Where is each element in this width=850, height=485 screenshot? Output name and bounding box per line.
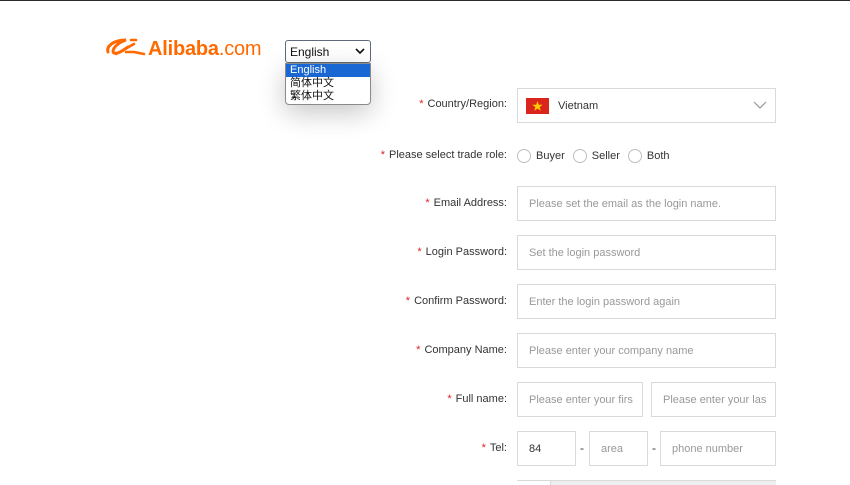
- radio-both-label: Both: [646, 150, 670, 162]
- tel-separator: -: [652, 441, 656, 455]
- full-name-label: * Full name:: [447, 393, 507, 405]
- logo-wordmark: Alibaba.com: [148, 37, 262, 60]
- country-select[interactable]: Vietnam: [517, 88, 776, 123]
- required-mark: *: [419, 98, 424, 110]
- last-name-field[interactable]: Please enter your las: [651, 382, 776, 417]
- trade-role-buyer[interactable]: Buyer: [517, 149, 565, 163]
- country-value: Vietnam: [558, 99, 599, 112]
- trade-role-label: * Please select trade role:: [380, 149, 507, 161]
- verification-slider[interactable]: [517, 480, 776, 485]
- radio-buyer[interactable]: [517, 149, 531, 163]
- required-mark: *: [405, 295, 411, 307]
- trade-role-both[interactable]: Both: [627, 149, 670, 163]
- language-option-english[interactable]: English: [286, 64, 370, 77]
- required-mark: *: [447, 393, 452, 405]
- trade-role-seller[interactable]: Seller: [572, 149, 620, 163]
- vietnam-flag-icon: [526, 97, 549, 114]
- tel-label: * Tel:: [481, 442, 507, 454]
- password-field[interactable]: Set the login password: [517, 235, 776, 270]
- language-option-traditional-chinese[interactable]: 繁体中文: [286, 90, 370, 103]
- alibaba-logo-mark-icon: [106, 38, 146, 56]
- company-name-field[interactable]: Please enter your company name: [517, 333, 776, 368]
- country-label: * Country/Region:: [419, 98, 507, 110]
- radio-both[interactable]: [627, 149, 642, 163]
- required-mark: *: [425, 197, 430, 209]
- language-select-value: English: [290, 44, 330, 59]
- email-label: * Email Address:: [425, 197, 507, 209]
- required-mark: *: [417, 246, 422, 258]
- radio-seller[interactable]: [572, 149, 587, 163]
- chevron-down-icon: [753, 101, 767, 109]
- radio-buyer-label: Buyer: [536, 150, 565, 162]
- radio-seller-label: Seller: [591, 150, 620, 162]
- password-label: * Login Password:: [417, 246, 507, 258]
- email-field[interactable]: Please set the email as the login name.: [517, 186, 776, 221]
- slider-handle[interactable]: [517, 481, 551, 485]
- company-label: * Company Name:: [416, 344, 507, 356]
- language-option-simplified-chinese[interactable]: 简体中文: [286, 77, 370, 90]
- chevron-down-icon: [355, 48, 365, 55]
- first-name-field[interactable]: Please enter your firs: [517, 382, 643, 417]
- tel-country-code-field[interactable]: 84: [517, 431, 576, 466]
- required-mark: *: [380, 149, 385, 161]
- tel-area-field[interactable]: area: [589, 431, 648, 466]
- required-mark: *: [416, 344, 421, 356]
- trade-role-group: Buyer Seller Both: [517, 148, 674, 164]
- confirm-password-label: * Confirm Password:: [405, 295, 507, 307]
- language-dropdown-menu: English 简体中文 繁体中文: [285, 63, 371, 105]
- window-top-border: [0, 0, 850, 1]
- tel-number-field[interactable]: phone number: [660, 431, 776, 466]
- alibaba-logo[interactable]: Alibaba.com: [104, 36, 262, 62]
- language-select[interactable]: English: [285, 40, 371, 63]
- tel-separator: -: [580, 441, 584, 455]
- confirm-password-field[interactable]: Enter the login password again: [517, 284, 776, 319]
- required-mark: *: [481, 442, 486, 454]
